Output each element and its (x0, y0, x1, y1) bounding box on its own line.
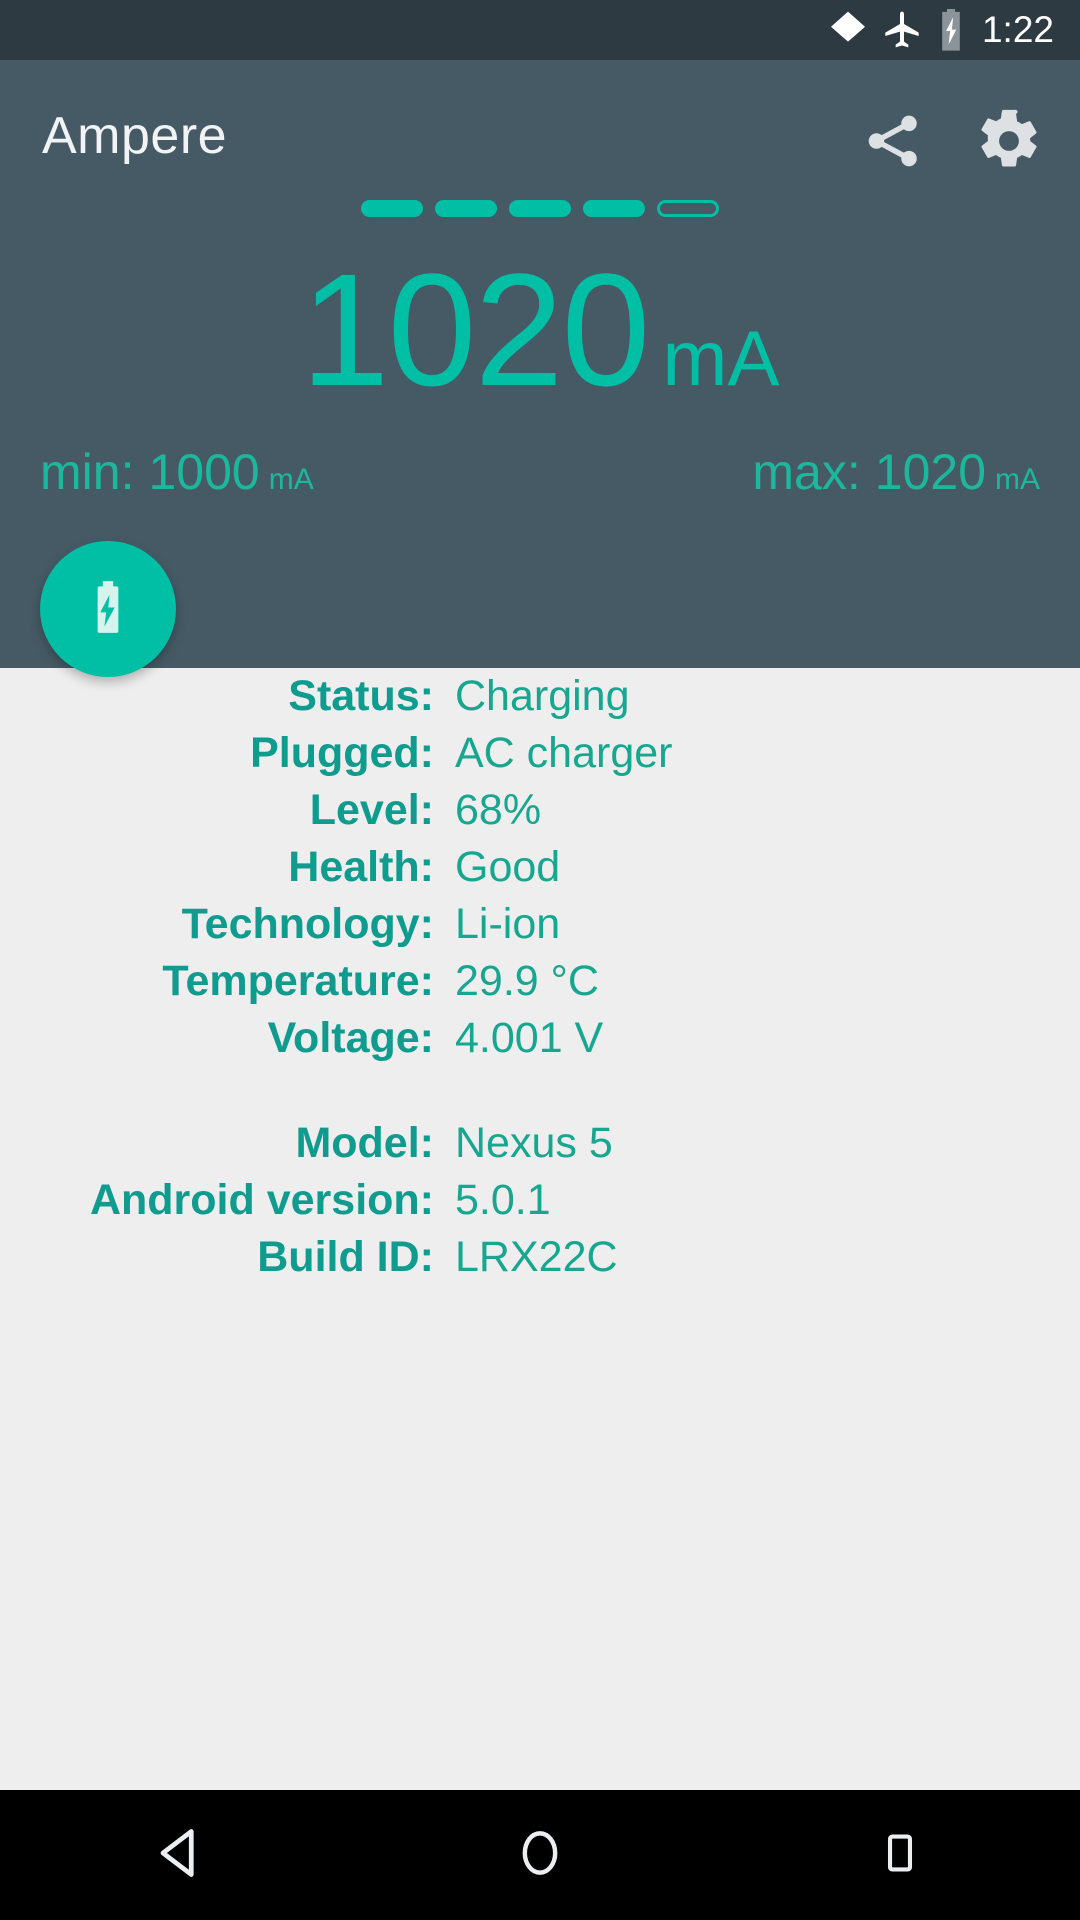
info-value: 5.0.1 (455, 1176, 551, 1224)
level-dash-filled (435, 200, 497, 217)
current-unit: mA (662, 314, 780, 402)
toolbar-actions (856, 106, 1046, 180)
info-row: Android version: 5.0.1 (0, 1172, 1080, 1229)
status-bar: 1:22 (0, 0, 1080, 60)
info-label: Temperature: (162, 957, 434, 1005)
battery-charging-icon (936, 8, 966, 52)
info-label: Level: (309, 786, 434, 834)
max-label: max: (752, 444, 861, 500)
max-unit: mA (995, 463, 1040, 496)
info-label: Model: (295, 1119, 434, 1167)
info-label: Technology: (181, 900, 434, 948)
info-section-spacer (0, 1067, 1080, 1115)
info-row: Technology: Li-ion (0, 896, 1080, 953)
android-screen: 1:22 Ampere 1020 mA min: 1000 mA max: 10… (0, 0, 1080, 1920)
info-value: AC charger (455, 729, 673, 777)
min-value: 1000 (148, 444, 260, 500)
level-dash-empty (657, 200, 719, 217)
home-button[interactable] (450, 1790, 630, 1920)
battery-level-dashes (0, 200, 1080, 217)
max-current: max: 1020 mA (752, 445, 1040, 499)
battery-info-table: Status: Charging Plugged: AC charger Level: 6… (0, 668, 1080, 1286)
measure-fab[interactable] (40, 541, 176, 677)
info-row: Level: 68% (0, 782, 1080, 839)
info-row: Health: Good (0, 839, 1080, 896)
info-value: Good (455, 843, 561, 891)
android-navigation-bar (0, 1790, 1080, 1920)
current-value: 1020 (300, 240, 651, 419)
info-value: 29.9 °C (455, 957, 599, 1005)
min-current: min: 1000 mA (40, 445, 314, 499)
info-label: Plugged: (250, 729, 434, 777)
info-label: Status: (288, 672, 434, 720)
min-label: min: (40, 444, 135, 500)
wifi-icon (828, 10, 868, 50)
info-value: 68% (455, 786, 542, 834)
battery-charging-bolt-icon (77, 576, 139, 643)
info-value: Nexus 5 (455, 1119, 613, 1167)
level-dash-filled (509, 200, 571, 217)
info-row: Plugged: AC charger (0, 725, 1080, 782)
minmax-row: min: 1000 mA max: 1020 mA (0, 445, 1080, 515)
airplane-mode-icon (882, 10, 922, 50)
info-value: Li-ion (455, 900, 561, 948)
info-row: Temperature: 29.9 °C (0, 953, 1080, 1010)
info-panel: Status: Charging Plugged: AC charger Level: 6… (0, 668, 1080, 1790)
home-circle-icon (512, 1825, 568, 1886)
current-reading: 1020 mA (0, 250, 1080, 420)
info-row: Build ID: LRX22C (0, 1229, 1080, 1286)
info-row: Voltage: 4.001 V (0, 1010, 1080, 1067)
back-triangle-icon (150, 1823, 210, 1888)
info-value: Charging (455, 672, 630, 720)
max-value: 1020 (874, 444, 986, 500)
settings-button[interactable] (972, 106, 1046, 180)
info-row: Status: Charging (0, 668, 1080, 725)
share-button[interactable] (856, 106, 930, 180)
app-title: Ampere (42, 107, 228, 165)
info-label: Voltage: (267, 1014, 434, 1062)
recents-square-icon (874, 1827, 926, 1884)
recents-button[interactable] (810, 1790, 990, 1920)
toolbar: Ampere (0, 60, 1080, 205)
back-button[interactable] (90, 1790, 270, 1920)
info-label: Build ID: (257, 1233, 434, 1281)
level-dash-filled (583, 200, 645, 217)
level-dash-filled (361, 200, 423, 217)
gear-icon (975, 107, 1043, 180)
info-row: Model: Nexus 5 (0, 1115, 1080, 1172)
info-label: Health: (288, 843, 434, 891)
info-label: Android version: (89, 1176, 434, 1224)
min-unit: mA (268, 463, 314, 496)
share-icon (862, 110, 924, 177)
info-value: 4.001 V (455, 1014, 604, 1062)
info-value: LRX22C (455, 1233, 618, 1281)
status-bar-clock: 1:22 (981, 9, 1054, 50)
